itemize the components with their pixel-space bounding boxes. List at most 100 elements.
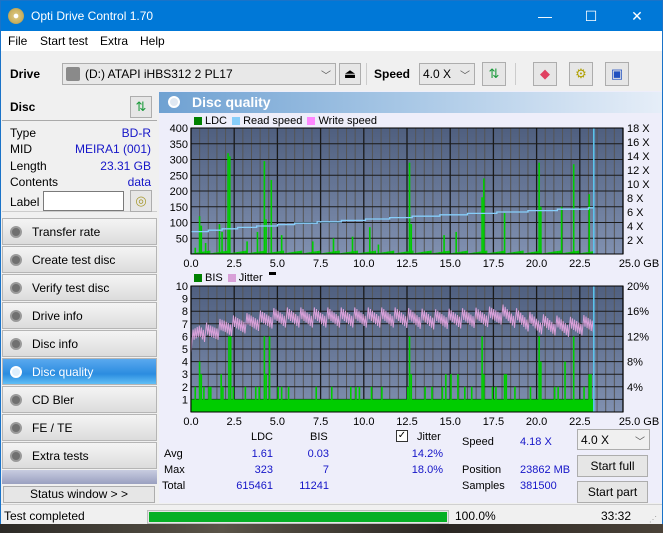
jitter-checkbox[interactable]: ✓	[396, 430, 408, 442]
ldc-spike	[227, 153, 229, 254]
bis-spike	[470, 386, 473, 412]
bis-spike	[450, 374, 452, 412]
y2-tick-label: 6 X	[627, 207, 644, 219]
y-tick-label: 200	[170, 186, 188, 198]
speed-select[interactable]: 4.0 X ﹀	[419, 63, 475, 85]
x-tick-label: 25.0 GB	[619, 258, 659, 270]
position-label: Position	[462, 464, 502, 476]
ldc-spike	[229, 156, 231, 254]
menu-extra[interactable]: Extra	[100, 34, 128, 48]
bis-spike	[464, 386, 466, 412]
stats-avg-ldc: 1.61	[251, 448, 273, 460]
transfer-rate-icon	[10, 226, 22, 238]
disc-refresh-button[interactable]: ⇅	[130, 96, 152, 118]
menu-start-test[interactable]: Start test	[40, 34, 88, 48]
ldc-spike	[351, 236, 354, 254]
bis-spike	[495, 386, 497, 412]
ldc-spike	[410, 224, 413, 254]
bis-spike	[407, 386, 409, 412]
ldc-spike	[588, 194, 591, 254]
nav-label: Extra tests	[32, 449, 89, 463]
nav-verify-test-disc[interactable]: Verify test disc	[2, 274, 157, 301]
maximize-button[interactable]: ☐	[568, 1, 614, 31]
ldc-bar	[282, 250, 285, 254]
bis-spike	[258, 386, 260, 412]
close-button[interactable]: ✕	[614, 1, 660, 31]
erase-button[interactable]: ◆	[533, 62, 557, 86]
ldc-bar	[578, 250, 580, 254]
app-window: Opti Drive Control 1.70 — ☐ ✕ File Start…	[0, 0, 663, 524]
resize-grip-icon[interactable]: ⋰	[649, 515, 657, 524]
legend-marker	[268, 272, 276, 275]
bis-spike	[583, 386, 585, 412]
ldc-spike	[200, 225, 203, 254]
gears-icon: ⚙	[575, 66, 587, 81]
drive-select[interactable]: (D:) ATAPI iHBS312 2 PL17 ﹀	[62, 63, 336, 85]
create-disc-icon	[10, 254, 22, 266]
bis-spike	[410, 374, 413, 412]
chevron-down-icon: ﹀	[635, 437, 645, 448]
progress-fill	[149, 512, 447, 522]
stats-total-label: Total	[162, 480, 186, 492]
ldc-spike	[368, 227, 371, 254]
test-speed-select[interactable]: 4.0 X ﹀	[577, 429, 650, 450]
bis-spike	[529, 386, 532, 412]
ldc-spike	[481, 197, 483, 254]
nav-disc-quality[interactable]: Disc quality	[2, 358, 157, 385]
nav-create-test-disc[interactable]: Create test disc	[2, 246, 157, 273]
bis-spike	[220, 374, 222, 412]
extra-tests-icon	[10, 450, 22, 462]
ldc-bar	[522, 250, 524, 254]
nav-cd-bler[interactable]: CD Bler	[2, 386, 157, 413]
bis-spike	[572, 336, 575, 412]
y-tick-label: 8	[182, 306, 188, 318]
app-disc-icon	[8, 8, 24, 24]
floppy-disk-icon: ▣	[610, 66, 624, 81]
y-tick-label: 10	[176, 281, 188, 293]
nav-fe-te[interactable]: FE / TE	[2, 414, 157, 441]
bis-spike	[358, 386, 361, 412]
speed-stat-value: 4.18 X	[520, 436, 552, 448]
ldc-bar	[301, 250, 303, 254]
eject-button[interactable]: ⏏	[339, 63, 361, 85]
status-bar: Test completed 100.0% 33:32 ⋰	[1, 504, 662, 524]
status-window-button[interactable]: Status window > >	[3, 486, 155, 503]
menu-help[interactable]: Help	[140, 34, 165, 48]
bis-spike	[232, 386, 235, 412]
nav-transfer-rate[interactable]: Transfer rate	[2, 218, 157, 245]
y2-tick-label: 20%	[627, 281, 649, 293]
nav-drive-info[interactable]: Drive info	[2, 302, 157, 329]
window-title: Opti Drive Control 1.70	[31, 9, 154, 23]
minimize-button[interactable]: —	[522, 1, 568, 31]
bis-spike	[483, 374, 485, 412]
start-part-button[interactable]: Start part	[577, 481, 648, 503]
bis-spike	[355, 386, 357, 412]
ldc-spike	[204, 242, 207, 254]
ldc-spike	[560, 206, 563, 254]
y2-tick-label: 14 X	[627, 151, 650, 163]
refresh-button[interactable]: ⇅	[482, 62, 506, 86]
test-speed-value: 4.0 X	[581, 433, 610, 447]
jitter-label: Jitter	[417, 431, 441, 443]
menu-file[interactable]: File	[8, 34, 27, 48]
nav-extra-tests[interactable]: Extra tests	[2, 442, 157, 469]
disc-label-input[interactable]	[43, 191, 124, 211]
toolbar-divider	[366, 63, 367, 85]
disc-label-apply-button[interactable]: ◎	[130, 190, 152, 212]
save-button[interactable]: ▣	[605, 62, 629, 86]
disc-length-label: Length	[10, 159, 47, 173]
bis-spike	[514, 386, 516, 412]
ldc-spike	[265, 219, 267, 254]
bis-spike	[588, 374, 591, 412]
bis-spike	[229, 336, 232, 412]
nav-disc-info[interactable]: Disc info	[2, 330, 157, 357]
bis-spike	[228, 336, 230, 412]
settings-button[interactable]: ⚙	[569, 62, 593, 86]
ldc-bar	[374, 250, 377, 254]
bis-spike	[277, 386, 279, 412]
bis-spike	[381, 386, 383, 412]
disc-contents-label: Contents	[10, 175, 59, 189]
bis-spike	[263, 336, 266, 412]
start-full-button[interactable]: Start full	[577, 455, 648, 477]
ldc-spike	[221, 231, 223, 254]
